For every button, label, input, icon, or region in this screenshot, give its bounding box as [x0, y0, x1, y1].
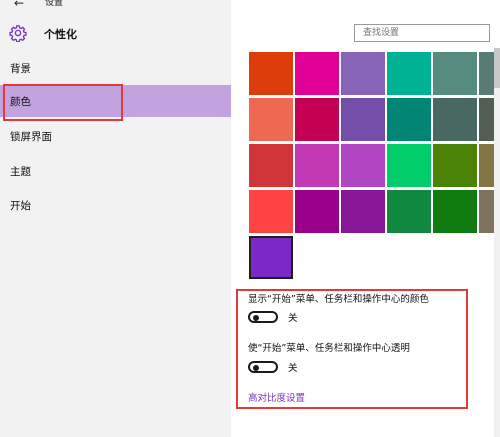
toggle-knob — [253, 365, 259, 371]
color-swatch[interactable] — [387, 190, 431, 233]
sidebar-item-label: 主题 — [10, 166, 31, 178]
search-box[interactable] — [354, 24, 490, 42]
scrollbar[interactable] — [494, 48, 500, 437]
sidebar-item-label: 开始 — [10, 200, 31, 212]
search-input[interactable] — [355, 25, 489, 41]
color-swatch[interactable] — [295, 190, 339, 233]
show-color-label: 显示“开始”菜单、任务栏和操作中心的颜色 — [248, 294, 429, 305]
color-swatch[interactable] — [341, 98, 385, 141]
high-contrast-settings-link[interactable]: 高对比度设置 — [248, 390, 305, 404]
toggle-knob — [253, 315, 259, 321]
color-swatch[interactable] — [249, 98, 293, 141]
window-title: 设置 — [45, 0, 64, 8]
page-header: 个性化 — [0, 20, 231, 46]
color-swatch[interactable] — [249, 144, 293, 187]
show-color-toggle[interactable] — [248, 311, 278, 323]
back-arrow-icon[interactable]: ← — [14, 0, 24, 9]
transparent-label: 使“开始”菜单、任务栏和操作中心透明 — [248, 343, 410, 354]
page-title: 个性化 — [44, 28, 77, 41]
sidebar-item-label: 锁屏界面 — [10, 131, 52, 143]
color-swatch[interactable] — [341, 190, 385, 233]
color-swatch[interactable] — [433, 144, 477, 187]
scrollbar-thumb[interactable] — [494, 48, 500, 88]
gear-icon — [9, 25, 27, 42]
transparent-toggle[interactable] — [248, 361, 278, 373]
color-swatch[interactable] — [249, 236, 293, 279]
color-swatch[interactable] — [295, 98, 339, 141]
color-swatch[interactable] — [387, 144, 431, 187]
color-swatch[interactable] — [249, 190, 293, 233]
color-swatch[interactable] — [433, 190, 477, 233]
color-swatch[interactable] — [387, 52, 431, 95]
sidebar-item-start[interactable]: 开始 — [0, 189, 231, 221]
sidebar: ← 设置 个性化 背景 颜色 锁屏界面 主题 开始 — [0, 0, 231, 437]
transparent-state: 关 — [288, 363, 298, 374]
color-swatch[interactable] — [295, 144, 339, 187]
sidebar-item-label: 背景 — [10, 63, 31, 75]
sidebar-item-lock-screen[interactable]: 锁屏界面 — [0, 120, 231, 152]
sidebar-item-themes[interactable]: 主题 — [0, 155, 231, 187]
sidebar-item-colors[interactable]: 颜色 — [0, 85, 231, 117]
sidebar-item-background[interactable]: 背景 — [0, 52, 231, 84]
color-swatch[interactable] — [433, 52, 477, 95]
color-swatch[interactable] — [295, 52, 339, 95]
color-swatch[interactable] — [341, 144, 385, 187]
title-bar: ← 设置 — [0, 0, 231, 12]
settings-window: ← 设置 个性化 背景 颜色 锁屏界面 主题 开始 显示“开始” — [0, 0, 500, 437]
color-swatch[interactable] — [341, 52, 385, 95]
color-swatch[interactable] — [249, 52, 293, 95]
color-swatch[interactable] — [387, 98, 431, 141]
sidebar-item-label: 颜色 — [10, 96, 31, 108]
color-swatch[interactable] — [433, 98, 477, 141]
show-color-state: 关 — [288, 313, 298, 324]
